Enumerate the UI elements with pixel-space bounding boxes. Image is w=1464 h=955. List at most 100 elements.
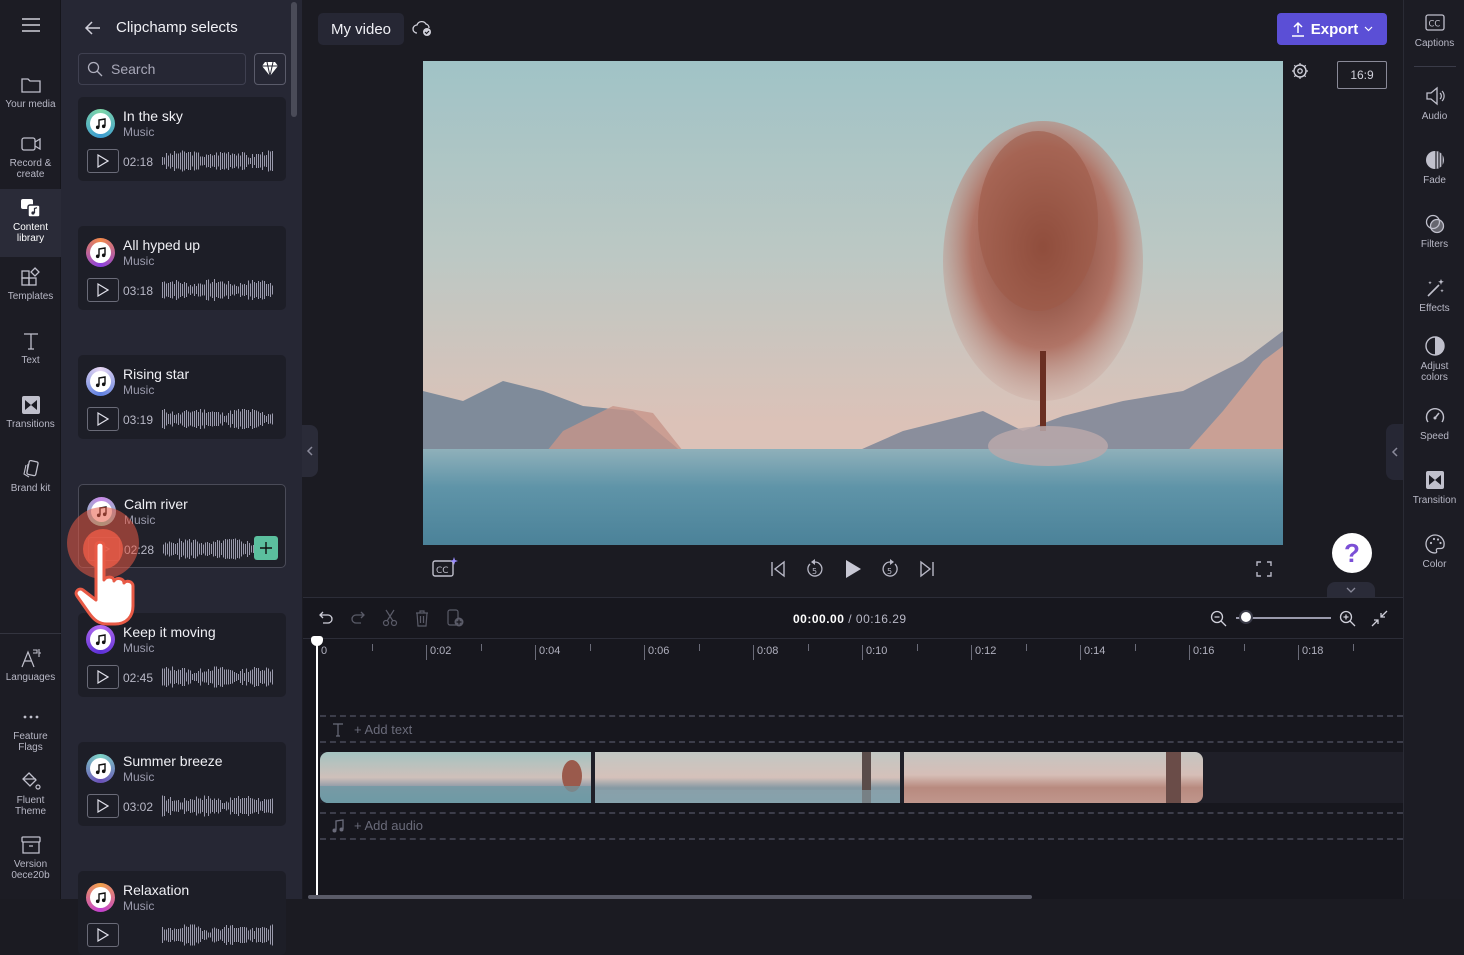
- rail-label: Transitions: [6, 419, 55, 430]
- help-button[interactable]: ?: [1332, 533, 1372, 573]
- rr-item-audio[interactable]: Audio: [1404, 85, 1464, 122]
- timeline-scrollbar[interactable]: [308, 895, 1032, 899]
- ruler-minor-tick: [807, 644, 809, 651]
- preview-play-button[interactable]: [87, 923, 119, 947]
- split-scissors-icon[interactable]: [382, 609, 398, 627]
- collapse-help-button[interactable]: [1327, 582, 1375, 597]
- duplicate-add-icon[interactable]: [447, 609, 465, 628]
- ruler-major-tick: [426, 645, 427, 660]
- preview-play-button[interactable]: [87, 149, 119, 173]
- rail-item-languages[interactable]: Languages: [0, 647, 61, 683]
- zoom-slider-handle[interactable]: [1238, 610, 1253, 624]
- aspect-ratio-button[interactable]: 16:9: [1337, 61, 1387, 89]
- project-title[interactable]: My video: [318, 13, 404, 45]
- preview-play-button[interactable]: [87, 794, 119, 818]
- music-track-card[interactable]: Relaxation Music: [78, 871, 286, 955]
- video-clip-2[interactable]: [595, 752, 900, 803]
- rail-item-record-create[interactable]: Record & create: [0, 133, 61, 180]
- ruler-minor-tick: [916, 644, 918, 651]
- rail-item-fluent-theme[interactable]: Fluent Theme: [0, 770, 61, 817]
- rail-label: Version 0ece20b: [11, 859, 50, 881]
- fit-timeline-icon[interactable]: [1371, 610, 1388, 627]
- playhead[interactable]: [316, 640, 318, 899]
- music-track-card[interactable]: In the sky Music 02:18: [78, 97, 286, 181]
- rr-item-captions[interactable]: CC Captions: [1404, 12, 1464, 49]
- track-duration: 03:02: [123, 800, 154, 814]
- zoom-out-icon[interactable]: [1210, 610, 1227, 627]
- rail-item-content-library[interactable]: Content library: [0, 189, 61, 257]
- track-title: Summer breeze: [123, 753, 223, 769]
- rr-item-effects[interactable]: Effects: [1404, 277, 1464, 314]
- undo-icon[interactable]: [318, 610, 334, 626]
- music-track-card[interactable]: All hyped up Music 03:18: [78, 226, 286, 310]
- rewind-5s-icon[interactable]: 5: [804, 558, 826, 580]
- track-type: Music: [123, 770, 155, 784]
- rail-item-text[interactable]: Text: [0, 330, 61, 366]
- right-properties-rail: CC Captions Audio Fade Filters Effects A…: [1403, 0, 1464, 899]
- preview-play-button[interactable]: [87, 665, 119, 689]
- track-duration: 02:45: [123, 671, 154, 685]
- settings-gear-icon[interactable]: [1291, 62, 1309, 80]
- video-clip-1[interactable]: [320, 752, 591, 803]
- rail-item-transitions[interactable]: Transitions: [0, 394, 61, 430]
- fullscreen-icon[interactable]: [1256, 561, 1272, 577]
- folder-icon: [20, 78, 41, 93]
- search-input[interactable]: Search: [78, 53, 246, 85]
- add-to-timeline-button[interactable]: [254, 536, 278, 560]
- waveform: [162, 666, 273, 688]
- rr-item-transition[interactable]: Transition: [1404, 469, 1464, 506]
- music-track-card[interactable]: Summer breeze Music 03:02: [78, 742, 286, 826]
- forward-5s-icon[interactable]: 5: [879, 558, 901, 580]
- video-preview[interactable]: [423, 61, 1283, 545]
- panel-scrollbar[interactable]: [291, 2, 297, 117]
- rail-label: Templates: [7, 291, 54, 302]
- track-artwork: [86, 238, 115, 267]
- rr-item-speed[interactable]: Speed: [1404, 405, 1464, 442]
- export-button[interactable]: Export: [1277, 13, 1387, 45]
- add-audio-track[interactable]: + Add audio: [332, 818, 423, 833]
- video-clip-3[interactable]: [904, 752, 1203, 803]
- rail-item-brand-kit[interactable]: Brand kit: [0, 458, 61, 494]
- camera-icon: [20, 137, 41, 151]
- rr-divider: [1414, 66, 1456, 67]
- rr-item-filters[interactable]: Filters: [1404, 213, 1464, 250]
- music-note-icon: [95, 891, 106, 903]
- track-divider: [320, 715, 1403, 717]
- rail-item-version[interactable]: Version 0ece20b: [0, 834, 61, 881]
- ruler-minor-tick: [371, 644, 373, 651]
- play-icon[interactable]: [843, 558, 863, 580]
- redo-icon[interactable]: [350, 610, 366, 626]
- add-text-track[interactable]: + Add text: [332, 722, 412, 737]
- music-track-card[interactable]: Rising star Music 03:19: [78, 355, 286, 439]
- delete-trash-icon[interactable]: [414, 609, 430, 627]
- auto-captions-icon[interactable]: CC: [432, 557, 460, 579]
- back-arrow-icon[interactable]: [83, 18, 103, 38]
- rail-item-templates[interactable]: Templates: [0, 266, 61, 302]
- play-icon: [97, 928, 109, 942]
- chevron-left-icon: [1391, 447, 1398, 457]
- rr-item-color[interactable]: Color: [1404, 533, 1464, 570]
- preview-play-button[interactable]: [87, 407, 119, 431]
- collapse-panel-button[interactable]: [302, 425, 318, 477]
- timeline-ruler[interactable]: 0 0:02 0:04 0:06 0:08 0:10 0:12 0:14 0:16 0:18: [303, 638, 1403, 664]
- rail-item-feature-flags[interactable]: Feature Flags: [0, 706, 61, 753]
- zoom-in-icon[interactable]: [1339, 610, 1356, 627]
- rail-item-your-media[interactable]: Your media: [0, 74, 61, 110]
- fade-icon: [1425, 151, 1444, 169]
- hand-pointer-icon: [74, 540, 135, 626]
- rr-item-fade[interactable]: Fade: [1404, 149, 1464, 186]
- transition-icon: [1425, 471, 1444, 489]
- templates-icon: [20, 267, 40, 286]
- menu-button[interactable]: [0, 14, 61, 39]
- skip-to-start-icon[interactable]: [769, 560, 787, 578]
- collapse-properties-button[interactable]: [1386, 424, 1403, 480]
- brand-kit-icon: [22, 459, 39, 478]
- rr-item-adjust-colors[interactable]: Adjust colors: [1404, 335, 1464, 383]
- track-divider: [320, 812, 1403, 814]
- premium-filter-button[interactable]: [254, 53, 286, 85]
- skip-to-end-icon[interactable]: [918, 560, 936, 578]
- waveform: [162, 409, 273, 429]
- languages-icon: [20, 649, 41, 668]
- preview-play-button[interactable]: [87, 278, 119, 302]
- rail-label: Text: [21, 355, 40, 366]
